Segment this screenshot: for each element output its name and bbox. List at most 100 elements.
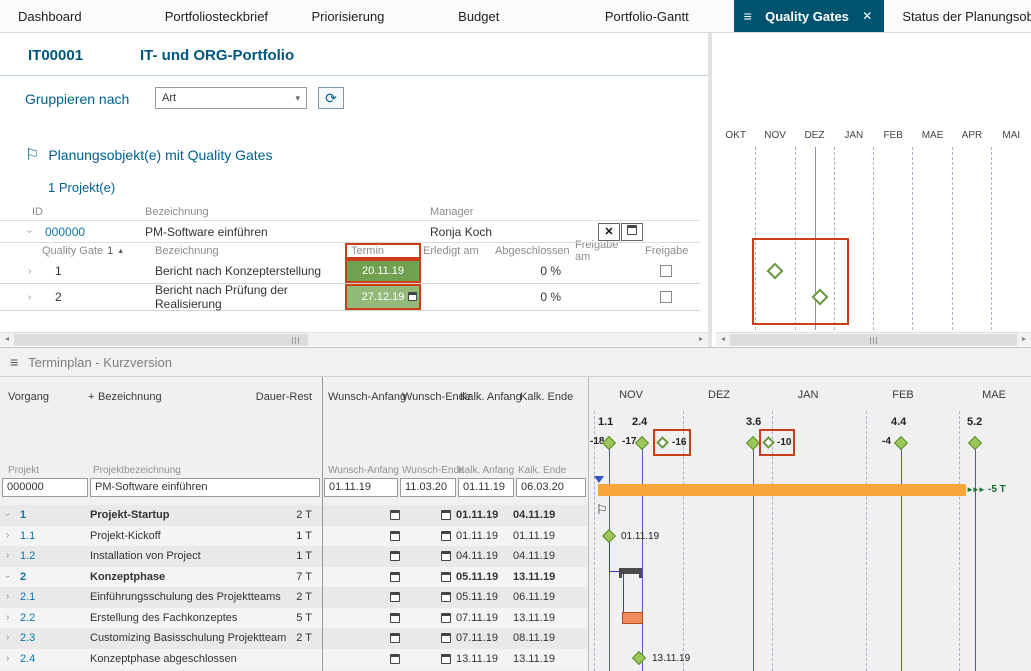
calendar-icon[interactable] <box>390 633 400 643</box>
refresh-button[interactable]: ⟳ <box>318 87 344 109</box>
task-row[interactable]: › 1 Projekt-Startup 2 T 01.11.19 04.11.1… <box>0 505 588 526</box>
col-bezeichnung[interactable]: Bezeichnung <box>145 206 430 218</box>
calendar-icon[interactable] <box>441 572 451 582</box>
col-dauer-rest[interactable]: Dauer-Rest <box>250 391 312 403</box>
col-gate-bezeichnung[interactable]: Bezeichnung <box>155 245 345 257</box>
calendar-icon[interactable] <box>441 531 451 541</box>
start-flag-icon[interactable]: ⚐ <box>596 502 608 518</box>
task-row[interactable]: › 2.2 Erstellung des Fachkonzeptes 5 T 0… <box>0 608 588 629</box>
calendar-icon[interactable] <box>390 613 400 623</box>
menu-icon[interactable]: ≡ <box>744 8 752 24</box>
calendar-icon[interactable] <box>441 633 451 643</box>
horizontal-scrollbar[interactable]: ◄ ► <box>0 332 708 346</box>
gate-row[interactable]: › 2 Bericht nach Prüfung der Realisierun… <box>0 284 700 311</box>
expand-chevron-icon[interactable]: › <box>6 530 9 541</box>
menu-icon[interactable]: ≡ <box>10 354 18 370</box>
group-by-select[interactable]: Art ▾ <box>155 87 307 109</box>
milestone-diamond[interactable] <box>635 436 649 450</box>
col-bezeichnung[interactable]: Bezeichnung <box>98 391 162 403</box>
calendar-button[interactable] <box>621 223 643 241</box>
quality-gate-diamond[interactable] <box>762 436 775 449</box>
calendar-icon[interactable] <box>408 292 417 301</box>
col-termin[interactable]: Termin <box>345 243 421 259</box>
milestone-diamond[interactable] <box>746 436 760 450</box>
quality-gate-diamond[interactable] <box>767 263 784 280</box>
project-id[interactable]: 000000 <box>45 225 85 239</box>
col-manager[interactable]: Manager <box>430 206 700 218</box>
tab-portfoliosteckbrief[interactable]: Portfoliosteckbrief <box>147 0 294 32</box>
expand-chevron-icon[interactable]: › <box>6 550 9 561</box>
project-name-field[interactable]: PM-Software einführen <box>90 478 320 497</box>
calendar-icon[interactable] <box>390 592 400 602</box>
col-abgeschlossen[interactable]: Abgeschlossen <box>495 245 565 257</box>
tab-priorisierung[interactable]: Priorisierung <box>293 0 440 32</box>
project-bar[interactable] <box>598 484 966 496</box>
expand-chevron-icon[interactable]: › <box>6 612 9 623</box>
calendar-icon[interactable] <box>390 551 400 561</box>
gate-termin-cell[interactable]: 20.11.19 <box>345 259 421 283</box>
calendar-icon[interactable] <box>390 572 400 582</box>
calendar-icon[interactable] <box>441 510 451 520</box>
task-row[interactable]: › 2 Konzeptphase 7 T 05.11.19 13.11.19 <box>0 567 588 588</box>
col-vorgang[interactable]: Vorgang <box>8 391 49 403</box>
task-bar[interactable] <box>622 612 643 624</box>
wunsch-anfang-field[interactable]: 01.11.19 <box>324 478 398 497</box>
task-row[interactable]: › 1.1 Projekt-Kickoff 1 T 01.11.19 01.11… <box>0 526 588 547</box>
quality-gate-diamond[interactable] <box>656 436 669 449</box>
tab-budget[interactable]: Budget <box>440 0 587 32</box>
scroll-right-icon[interactable]: ► <box>1018 334 1030 346</box>
tab-portfolio-gantt[interactable]: Portfolio-Gantt <box>587 0 734 32</box>
phase-summary-bar[interactable] <box>619 568 642 574</box>
close-tab-icon[interactable]: ✕ <box>862 9 872 23</box>
collapse-chevron-icon[interactable]: › <box>24 230 35 233</box>
project-row[interactable]: › 000000 PM-Software einführen Ronja Koc… <box>0 221 700 243</box>
col-id[interactable]: ID <box>0 206 145 218</box>
gate-row[interactable]: › 1 Bericht nach Konzepterstellung 20.11… <box>0 259 700 284</box>
col-wunsch-anfang[interactable]: Wunsch-Anfang <box>328 391 406 403</box>
delete-button[interactable]: ✕ <box>598 223 620 241</box>
calendar-icon[interactable] <box>441 613 451 623</box>
milestone-diamond[interactable] <box>894 436 908 450</box>
kalk-ende-field[interactable]: 06.03.20 <box>516 478 586 497</box>
expand-chevron-icon[interactable]: › <box>28 292 44 303</box>
expand-chevron-icon[interactable]: › <box>6 632 9 643</box>
col-erledigt-am[interactable]: Erledigt am <box>421 245 495 257</box>
task-milestone-diamond[interactable] <box>602 529 616 543</box>
kalk-anfang-field[interactable]: 01.11.19 <box>458 478 514 497</box>
gate-termin-cell[interactable]: 27.12.19 <box>345 284 421 310</box>
freigabe-checkbox[interactable] <box>660 265 672 277</box>
expand-chevron-icon[interactable]: › <box>6 591 9 602</box>
milestone-diamond[interactable] <box>968 436 982 450</box>
expand-chevron-icon[interactable]: › <box>28 266 44 277</box>
table-gantt-separator[interactable] <box>588 377 589 671</box>
calendar-icon[interactable] <box>441 551 451 561</box>
calendar-icon[interactable] <box>390 654 400 664</box>
add-task-icon[interactable]: + <box>88 391 94 403</box>
scrollbar-thumb[interactable] <box>14 334 308 346</box>
task-row[interactable]: › 2.1 Einführungsschulung des Projekttea… <box>0 587 588 608</box>
calendar-icon[interactable] <box>441 592 451 602</box>
quality-gate-diamond[interactable] <box>812 289 829 306</box>
calendar-icon[interactable] <box>441 654 451 664</box>
tab-dashboard[interactable]: Dashboard <box>0 0 147 32</box>
tab-quality-gates[interactable]: ≡ Quality Gates ✕ <box>734 0 885 32</box>
task-row[interactable]: › 1.2 Installation von Project 1 T 04.11… <box>0 546 588 567</box>
scroll-left-icon[interactable]: ◄ <box>717 334 729 346</box>
task-row[interactable]: › 2.3 Customizing Basisschulung Projektt… <box>0 628 588 649</box>
col-kalk-anfang[interactable]: Kalk. Anfang <box>460 391 522 403</box>
scroll-left-icon[interactable]: ◄ <box>1 334 13 346</box>
project-id-field[interactable]: 000000 <box>2 478 88 497</box>
scrollbar-thumb[interactable] <box>730 334 1017 346</box>
col-freigabe[interactable]: Freigabe <box>633 245 699 257</box>
collapse-chevron-icon[interactable]: › <box>2 574 13 577</box>
task-milestone-diamond[interactable] <box>632 651 646 665</box>
collapse-chevron-icon[interactable]: › <box>2 513 13 516</box>
freigabe-checkbox[interactable] <box>660 291 672 303</box>
calendar-icon[interactable] <box>390 510 400 520</box>
col-quality-gate[interactable]: Quality Gate 1 ▲ <box>42 245 155 257</box>
horizontal-scrollbar[interactable]: ◄ ► <box>716 332 1031 346</box>
col-kalk-ende[interactable]: Kalk. Ende <box>520 391 573 403</box>
tab-status-planungsobjekte[interactable]: Status der Planungsobjekte <box>884 0 1031 32</box>
task-row[interactable]: › 2.4 Konzeptphase abgeschlossen 13.11.1… <box>0 649 588 670</box>
calendar-icon[interactable] <box>390 531 400 541</box>
